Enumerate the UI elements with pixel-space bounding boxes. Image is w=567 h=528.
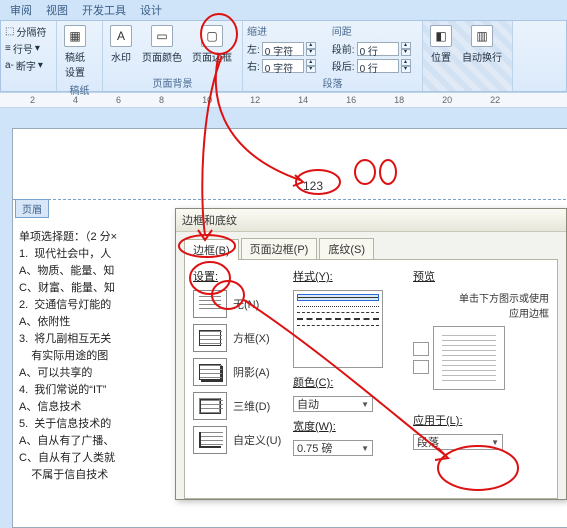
width-label: 宽度(W): — [293, 418, 336, 434]
style-none[interactable]: 无(N) — [193, 290, 283, 318]
pageborder-icon: ▢ — [201, 25, 223, 47]
borders-shading-dialog: 边框和底纹 边框(B) 页面边框(P) 底纹(S) 设置: 无(N) 方框(X)… — [175, 208, 567, 500]
tab-border[interactable]: 边框(B) — [184, 239, 239, 260]
document-body-text: 单项选择题：（2 分× 1. 现代社会中，人 A、物质、能量、知 C、财富、能量… — [19, 229, 117, 484]
settings-label: 设置: — [193, 268, 283, 284]
chevron-down-icon: ▼ — [361, 444, 369, 453]
tab-review[interactable]: 审阅 — [10, 2, 32, 18]
color-select[interactable]: 自动▼ — [293, 396, 373, 412]
style-shadow[interactable]: 阴影(A) — [193, 358, 283, 386]
indent-left[interactable]: 左:0 字符▴▾ — [247, 40, 316, 57]
preview-box — [433, 326, 505, 390]
line-style-list[interactable] — [293, 290, 383, 368]
tab-view[interactable]: 视图 — [46, 2, 68, 18]
group-manuscript-title: 稿纸 — [61, 81, 98, 97]
preview-label: 预览 — [413, 268, 549, 284]
space-before[interactable]: 段前:0 行▴▾ — [332, 40, 411, 57]
grid-icon: ▦ — [64, 25, 86, 47]
indent-right[interactable]: 右:0 字符▴▾ — [247, 57, 316, 74]
group-paragraph-title: 段落 — [247, 74, 418, 90]
line-style-label: 样式(Y): — [293, 268, 403, 284]
pagecolor-btn[interactable]: ▭ 页面颜色 — [139, 23, 185, 66]
position-btn[interactable]: ◧ 位置 — [427, 23, 455, 66]
separator-btn[interactable]: ⬚ 分隔符 — [5, 23, 46, 40]
wrap-btn[interactable]: ▥ 自动换行 — [459, 23, 505, 66]
preview-hint: 单击下方图示或使用 应用边框 — [413, 290, 549, 320]
header-boundary — [13, 199, 567, 200]
dialog-body: 设置: 无(N) 方框(X) 阴影(A) 三维(D) 自定义(U) 样式(Y):… — [184, 259, 558, 499]
watermark-icon: A — [110, 25, 132, 47]
manuscript-settings-btn[interactable]: ▦ 稿纸 设置 — [61, 23, 89, 81]
header-sample-text: 123 — [303, 179, 323, 193]
apply-to-label: 应用于(L): — [413, 412, 463, 428]
space-after[interactable]: 段后:0 行▴▾ — [332, 57, 411, 74]
ribbon-tab-strip: 审阅 视图 开发工具 设计 — [0, 0, 567, 20]
apply-to-select[interactable]: 段落▼ — [413, 434, 503, 450]
wrap-icon: ▥ — [471, 25, 493, 47]
tab-design[interactable]: 设计 — [140, 2, 162, 18]
dialog-tabs: 边框(B) 页面边框(P) 底纹(S) — [176, 232, 566, 259]
chevron-down-icon: ▼ — [361, 400, 369, 409]
tab-shading[interactable]: 底纹(S) — [319, 238, 374, 259]
pageborder-btn[interactable]: ▢ 页面边框 — [189, 23, 235, 66]
style-custom[interactable]: 自定义(U) — [193, 426, 283, 454]
style-3d[interactable]: 三维(D) — [193, 392, 283, 420]
pagecolor-icon: ▭ — [151, 25, 173, 47]
position-icon: ◧ — [430, 25, 452, 47]
hyphen-btn[interactable]: a- 断字 ▾ — [5, 57, 43, 74]
tab-page-border[interactable]: 页面边框(P) — [241, 238, 318, 259]
dialog-title: 边框和底纹 — [176, 209, 566, 232]
tab-devtools[interactable]: 开发工具 — [82, 2, 126, 18]
width-select[interactable]: 0.75 磅▼ — [293, 440, 373, 456]
group-pagebg-title: 页面背景 — [107, 74, 238, 90]
header-tag[interactable]: 页眉 — [15, 199, 49, 218]
style-box[interactable]: 方框(X) — [193, 324, 283, 352]
lineno-btn[interactable]: ≡ 行号 ▾ — [5, 40, 40, 57]
ribbon: ⬚ 分隔符 ≡ 行号 ▾ a- 断字 ▾ ▦ 稿纸 设置 稿纸 A 水印 ▭ 页… — [0, 20, 567, 92]
indent-title: 缩进 — [247, 23, 316, 40]
chevron-down-icon: ▼ — [491, 438, 499, 447]
spacing-title: 间距 — [332, 23, 411, 40]
color-field: 颜色(C): — [293, 374, 403, 390]
preview-edge-bottom[interactable] — [413, 360, 429, 374]
preview-edge-top[interactable] — [413, 342, 429, 356]
group-tag — [5, 78, 52, 90]
watermark-btn[interactable]: A 水印 — [107, 23, 135, 66]
